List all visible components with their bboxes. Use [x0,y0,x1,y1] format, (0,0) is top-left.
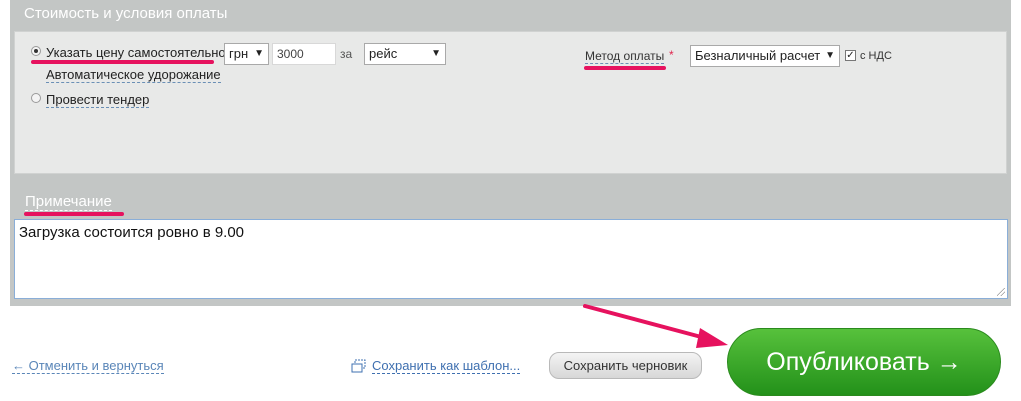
cancel-link[interactable]: ← Отменить и вернуться [12,359,164,374]
save-draft-button[interactable]: Сохранить черновик [549,352,702,379]
publish-button[interactable]: Опубликовать → [727,328,1001,396]
template-copy-icon[interactable] [351,359,367,373]
save-template-link[interactable]: Сохранить как шаблон... [372,359,521,374]
